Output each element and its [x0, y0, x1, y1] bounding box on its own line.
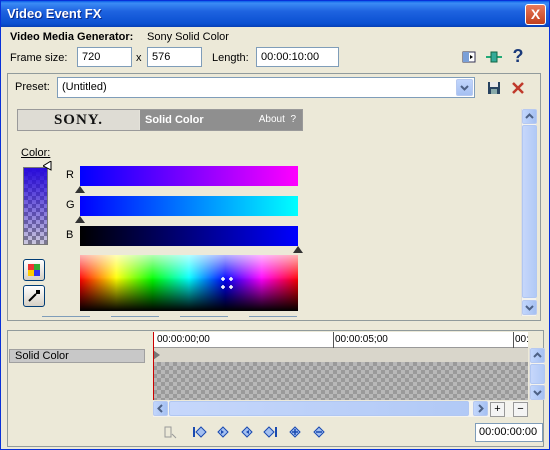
h-scroll-thumb[interactable]: [169, 401, 469, 416]
zoom-in-button[interactable]: +: [490, 402, 505, 417]
scroll-thumb[interactable]: [522, 125, 537, 298]
scroll-up-icon[interactable]: [522, 109, 537, 124]
hidden-tab-1[interactable]: [42, 316, 90, 317]
green-slider-handle[interactable]: [75, 216, 85, 223]
red-slider[interactable]: [80, 166, 298, 186]
window-title: Video Event FX: [7, 6, 102, 21]
last-keyframe-icon[interactable]: [260, 422, 282, 442]
about-link[interactable]: About ?: [259, 114, 296, 125]
generator-label: Video Media Generator:: [10, 31, 134, 43]
video-event-fx-window: Video Event FX X Video Media Generator: …: [0, 0, 550, 450]
plugin-vertical-scrollbar[interactable]: [521, 109, 537, 316]
hidden-tab-4[interactable]: [249, 316, 297, 317]
time-ruler[interactable]: 00:00:00;00 00:00:05;00 00:: [153, 332, 529, 348]
channel-r-label: R: [66, 169, 74, 181]
blue-slider-handle[interactable]: [293, 246, 303, 253]
ruler-tick-label: 00:00:05;00: [335, 334, 388, 345]
help-icon[interactable]: ?: [509, 46, 527, 66]
color-spectrum-picker[interactable]: [80, 255, 298, 311]
track-lane-empty: [153, 362, 528, 400]
add-keyframe-icon[interactable]: [284, 422, 306, 442]
spectrum-crosshair[interactable]: [221, 277, 233, 289]
hidden-tab-2[interactable]: [111, 316, 159, 317]
red-slider-handle[interactable]: [75, 186, 85, 193]
ruler-tick-label: 00:00:00;00: [157, 334, 210, 345]
eyedropper-button[interactable]: [23, 285, 45, 307]
timeline-horizontal-scrollbar[interactable]: [153, 401, 528, 417]
length-field[interactable]: 00:00:10:00: [256, 47, 339, 67]
delete-keyframe-icon[interactable]: [308, 422, 330, 442]
scroll-up-icon[interactable]: [530, 348, 545, 363]
plugin-header: SONY. Solid Color About ?: [17, 109, 303, 131]
scroll-down-icon[interactable]: [522, 300, 537, 315]
delete-preset-icon[interactable]: [509, 79, 527, 97]
length-label: Length:: [212, 52, 249, 64]
title-bar[interactable]: Video Event FX X: [1, 1, 549, 27]
hidden-tab-3[interactable]: [180, 316, 228, 317]
frame-size-label: Frame size:: [10, 52, 68, 64]
first-keyframe-icon[interactable]: [188, 422, 210, 442]
plugin-title-bar: Solid Color About ?: [140, 110, 302, 130]
timeline-vertical-scrollbar[interactable]: [529, 348, 545, 400]
cursor-time-field[interactable]: 00:00:00:00: [475, 423, 543, 442]
ruler-tick-label: 00:: [515, 334, 529, 345]
split-screen-preview-icon[interactable]: [460, 48, 478, 66]
sync-cursor-icon[interactable]: [159, 422, 181, 442]
green-slider[interactable]: [80, 196, 298, 216]
plugin-content-area: SONY. Solid Color About ? Color: R G B: [15, 105, 519, 317]
color-preview-swatch: [23, 167, 48, 245]
keyframe-lane[interactable]: [153, 348, 528, 362]
chevron-down-icon[interactable]: [456, 79, 473, 96]
plugin-chain-icon[interactable]: [485, 48, 503, 66]
channel-b-label: B: [66, 229, 74, 241]
alpha-slider-handle[interactable]: [43, 161, 52, 171]
preset-label: Preset:: [15, 81, 50, 93]
next-keyframe-icon[interactable]: [236, 422, 258, 442]
scroll-right-icon[interactable]: [473, 401, 488, 416]
scroll-down-icon[interactable]: [530, 385, 545, 400]
sony-logo: SONY.: [18, 110, 139, 130]
generator-name: Sony Solid Color: [147, 31, 229, 43]
scroll-left-icon[interactable]: [153, 401, 168, 416]
close-button[interactable]: X: [525, 4, 546, 25]
channel-g-label: G: [66, 199, 75, 211]
plugin-title: Solid Color: [145, 114, 204, 126]
frame-height-field[interactable]: 576: [147, 47, 202, 67]
scroll-thumb[interactable]: [530, 364, 545, 384]
playhead-cursor[interactable]: [153, 332, 154, 400]
frame-width-field[interactable]: 720: [77, 47, 132, 67]
color-label: Color:: [21, 147, 51, 159]
color-palette-button[interactable]: [23, 259, 45, 281]
keyframe-marker[interactable]: [153, 350, 161, 360]
preset-value: (Untitled): [62, 81, 107, 93]
zoom-out-button[interactable]: −: [513, 402, 528, 417]
blue-slider[interactable]: [80, 226, 298, 246]
track-label[interactable]: Solid Color: [9, 349, 145, 363]
preset-dropdown[interactable]: (Untitled): [57, 77, 475, 98]
prev-keyframe-icon[interactable]: [212, 422, 234, 442]
save-preset-icon[interactable]: [485, 79, 503, 97]
frame-size-x-label: x: [136, 52, 142, 64]
